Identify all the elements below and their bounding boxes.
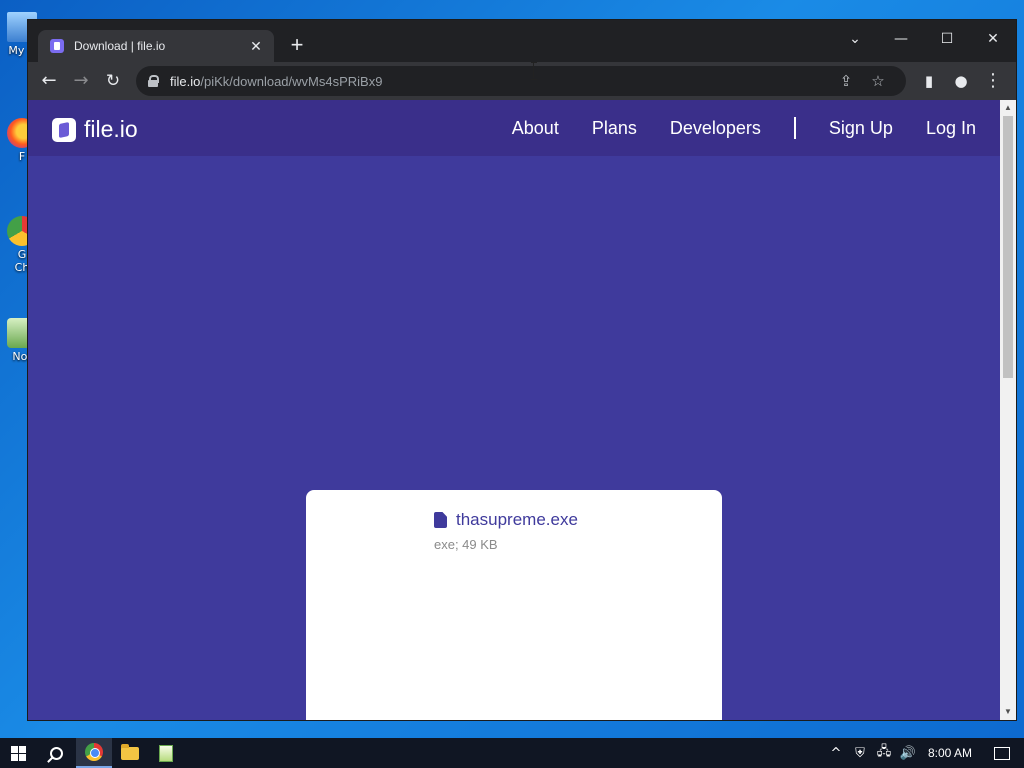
taskbar-chrome[interactable]	[76, 738, 112, 768]
fileio-favicon-icon	[50, 39, 64, 53]
side-panel-icon[interactable]: ▮	[916, 68, 942, 94]
nav-divider	[793, 117, 796, 139]
site-header: file.io About Plans Developers Sign Up L…	[28, 100, 1000, 156]
nav-log-in[interactable]: Log In	[926, 118, 976, 139]
show-hidden-icons-chevron-icon[interactable]: ^	[824, 746, 848, 761]
start-button[interactable]	[0, 738, 36, 768]
file-icon	[434, 512, 447, 528]
search-icon	[49, 746, 63, 760]
nav-plans[interactable]: Plans	[592, 118, 637, 139]
file-row: thasupreme.exe	[434, 510, 578, 530]
nav-developers[interactable]: Developers	[670, 118, 761, 139]
menu-kebab-icon[interactable]: ⋮	[980, 68, 1006, 94]
profile-icon[interactable]: ●	[948, 68, 974, 94]
url-host: file.io	[170, 73, 201, 89]
tab-close-icon[interactable]: ✕	[248, 38, 264, 55]
forward-button[interactable]: →	[68, 68, 94, 94]
browser-window: Download | file.io ✕ + ⌄ — ☐ ✕ ← → ↻ fil…	[28, 20, 1016, 720]
search-button[interactable]	[38, 738, 74, 768]
bookmark-star-icon[interactable]: ☆	[862, 72, 894, 90]
windows-logo-icon	[10, 745, 26, 761]
download-card: thasupreme.exe exe; 49 KB	[306, 490, 722, 720]
fileio-logo-icon	[52, 117, 76, 142]
logo-text: file.io	[84, 116, 138, 142]
lock-icon[interactable]	[148, 75, 159, 87]
new-tab-button[interactable]: +	[286, 34, 308, 56]
chrome-icon	[85, 743, 103, 761]
tab-strip: Download | file.io ✕ + ⌄ — ☐ ✕	[28, 20, 1016, 62]
nav-about[interactable]: About	[512, 118, 559, 139]
notification-icon[interactable]	[994, 746, 1010, 760]
share-icon[interactable]: ⇪	[830, 72, 862, 90]
scroll-up-arrow-icon[interactable]: ▲	[1000, 100, 1016, 116]
taskbar: ^ ⛨ 🖧 🔊 8:00 AM	[0, 738, 1024, 768]
tab-search-button[interactable]: ⌄	[832, 24, 878, 54]
notepad-icon	[159, 744, 173, 762]
file-name[interactable]: thasupreme.exe	[456, 510, 578, 530]
taskbar-notepad[interactable]	[148, 738, 184, 768]
file-meta: exe; 49 KB	[434, 537, 498, 552]
back-button[interactable]: ←	[36, 68, 62, 94]
folder-icon	[121, 743, 139, 760]
close-window-button[interactable]: ✕	[970, 24, 1016, 54]
page-viewport: file.io About Plans Developers Sign Up L…	[28, 100, 1000, 720]
url-path: /piKk/download/wvMs4sPRiBx9	[200, 73, 383, 89]
clock[interactable]: 8:00 AM	[928, 746, 972, 760]
minimize-button[interactable]: —	[878, 24, 924, 54]
maximize-button[interactable]: ☐	[924, 24, 970, 54]
tab-download[interactable]: Download | file.io ✕	[38, 30, 274, 62]
volume-icon[interactable]: 🔊	[896, 746, 920, 761]
url-text[interactable]: file.io/piKk/download/wvMs4sPRiBx9	[170, 74, 830, 89]
site-nav: About Plans Developers Sign Up Log In	[479, 100, 976, 156]
address-bar[interactable]: file.io/piKk/download/wvMs4sPRiBx9 ⇪ ☆	[136, 66, 906, 96]
taskbar-file-explorer[interactable]	[112, 738, 148, 768]
network-icon[interactable]: 🖧	[872, 742, 896, 764]
site-logo[interactable]: file.io	[52, 116, 138, 143]
reload-button[interactable]: ↻	[100, 68, 126, 94]
tab-title: Download | file.io	[74, 39, 166, 53]
scrollbar-thumb[interactable]	[1003, 116, 1013, 378]
text-cursor-icon	[531, 62, 537, 80]
browser-toolbar: ← → ↻ file.io/piKk/download/wvMs4sPRiBx9…	[28, 62, 1016, 100]
page-scrollbar[interactable]: ▲ ▼	[1000, 100, 1016, 720]
system-tray: ^ ⛨ 🖧 🔊 8:00 AM	[824, 738, 1024, 768]
nav-sign-up[interactable]: Sign Up	[829, 118, 893, 139]
scroll-down-arrow-icon[interactable]: ▼	[1000, 704, 1016, 720]
security-icon[interactable]: ⛨	[848, 746, 872, 761]
